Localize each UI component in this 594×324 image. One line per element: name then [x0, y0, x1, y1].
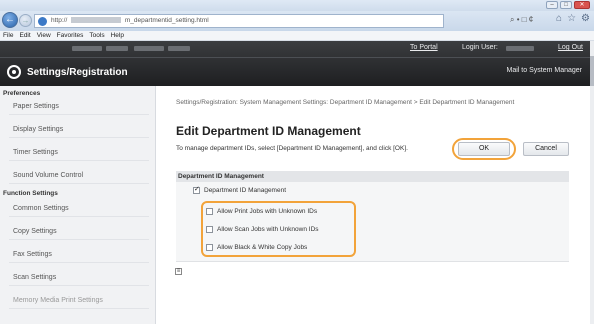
- allow-bw-copy-jobs-option[interactable]: Allow Black & White Copy Jobs: [206, 243, 307, 252]
- header-top-bar: To Portal Login User: Log Out: [0, 41, 590, 55]
- mail-to-system-manager-link[interactable]: Mail to System Manager: [507, 67, 582, 74]
- login-user-redacted: [506, 46, 534, 51]
- allow-print-jobs-option[interactable]: Allow Print Jobs with Unknown IDs: [206, 207, 317, 216]
- menu-edit[interactable]: Edit: [19, 31, 30, 40]
- browser-toolbar-icons: ⌂ ☆ ⚙: [556, 13, 590, 24]
- breadcrumb: Settings/Registration: System Management…: [176, 99, 515, 106]
- menu-view[interactable]: View: [37, 31, 51, 40]
- menu-file[interactable]: File: [3, 31, 13, 40]
- url-input[interactable]: http:// m_departmentid_setting.html: [34, 14, 444, 28]
- page-icon: [38, 17, 47, 26]
- sidebar-item-common-settings[interactable]: Common Settings: [9, 200, 149, 217]
- menu-tools[interactable]: Tools: [89, 31, 104, 40]
- minimize-button[interactable]: –: [546, 1, 558, 9]
- collapse-icon[interactable]: ≡: [175, 268, 182, 275]
- sidebar-item-fax-settings[interactable]: Fax Settings: [9, 246, 149, 263]
- menu-favorites[interactable]: Favorites: [57, 31, 84, 40]
- url-host-redacted: [71, 17, 122, 24]
- login-user-label: Login User:: [462, 44, 498, 51]
- page-title: Edit Department ID Management: [176, 124, 361, 138]
- allow-bw-copy-jobs-checkbox[interactable]: [206, 243, 213, 251]
- url-tools[interactable]: ⌕ • □ ¢: [510, 15, 533, 25]
- settings-gear-icon: [7, 65, 21, 79]
- favorites-icon[interactable]: ☆: [567, 13, 576, 24]
- url-suffix: m_departmentid_setting.html: [124, 17, 209, 24]
- settings-icon[interactable]: ⚙: [581, 13, 590, 24]
- allow-bw-copy-jobs-label: Allow Black & White Copy Jobs: [217, 244, 308, 251]
- instruction-text: To manage department IDs, select [Depart…: [176, 145, 408, 152]
- sidebar-item-sound-volume-control[interactable]: Sound Volume Control: [9, 167, 149, 184]
- menu-help[interactable]: Help: [111, 31, 124, 40]
- forward-button[interactable]: →: [19, 14, 32, 27]
- sidebar: Preferences Paper Settings Display Setti…: [0, 86, 156, 324]
- app-title: Settings/Registration: [27, 67, 128, 78]
- sidebar-item-copy-settings[interactable]: Copy Settings: [9, 223, 149, 240]
- ok-button[interactable]: OK: [458, 142, 510, 156]
- menu-bar: File Edit View Favorites Tools Help: [0, 31, 594, 41]
- device-name-redacted: [134, 46, 164, 51]
- window-titlebar: – □ ✕: [0, 0, 594, 11]
- address-bar: ← → http:// m_departmentid_setting.html …: [0, 11, 594, 31]
- cancel-button[interactable]: Cancel: [523, 142, 569, 156]
- department-id-management-option[interactable]: Department ID Management: [193, 185, 287, 195]
- department-id-management-checkbox[interactable]: [193, 185, 200, 194]
- home-icon[interactable]: ⌂: [556, 13, 562, 24]
- device-name-redacted: [168, 46, 190, 51]
- logout-link[interactable]: Log Out: [558, 44, 583, 51]
- preferences-heading: Preferences: [3, 90, 41, 97]
- app-header: To Portal Login User: Log Out Settings/R…: [0, 41, 590, 86]
- allow-scan-jobs-option[interactable]: Allow Scan Jobs with Unknown IDs: [206, 225, 319, 234]
- sidebar-item-scan-settings[interactable]: Scan Settings: [9, 269, 149, 286]
- allow-print-jobs-label: Allow Print Jobs with Unknown IDs: [217, 208, 318, 215]
- sidebar-item-timer-settings[interactable]: Timer Settings: [9, 144, 149, 161]
- window-controls: – □ ✕: [546, 1, 590, 9]
- to-portal-link[interactable]: To Portal: [410, 44, 438, 51]
- maximize-button[interactable]: □: [560, 1, 572, 9]
- device-name-redacted: [72, 46, 102, 51]
- sidebar-item-memory-media-print-settings[interactable]: Memory Media Print Settings: [9, 292, 149, 309]
- device-name-redacted: [106, 46, 128, 51]
- section-heading: Department ID Management: [176, 171, 569, 182]
- close-button[interactable]: ✕: [574, 1, 590, 9]
- allow-scan-jobs-checkbox[interactable]: [206, 225, 213, 233]
- url-prefix: http://: [51, 17, 68, 24]
- scrollbar-thumb[interactable]: [590, 56, 594, 86]
- allow-scan-jobs-label: Allow Scan Jobs with Unknown IDs: [217, 226, 319, 233]
- back-button[interactable]: ←: [2, 12, 18, 28]
- app-title-row: Settings/Registration Mail to System Man…: [0, 57, 590, 86]
- function-settings-heading: Function Settings: [3, 190, 58, 197]
- department-id-management-label: Department ID Management: [204, 187, 287, 194]
- allow-print-jobs-checkbox[interactable]: [206, 207, 213, 215]
- sidebar-item-display-settings[interactable]: Display Settings: [9, 121, 149, 138]
- sidebar-item-paper-settings[interactable]: Paper Settings: [9, 98, 149, 115]
